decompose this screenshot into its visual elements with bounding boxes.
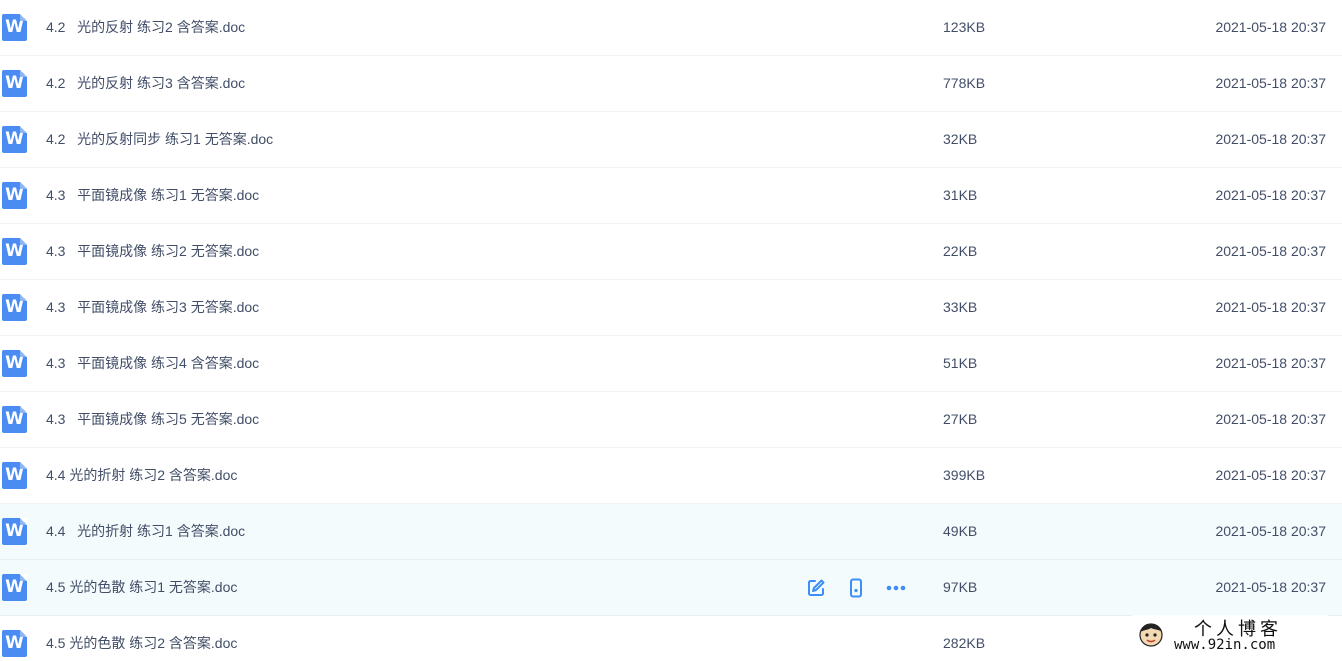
file-name[interactable]: 4.4 光的折射 练习2 含答案.doc (46, 448, 237, 503)
file-size: 32KB (943, 131, 978, 147)
word-doc-icon: W (2, 294, 27, 321)
more-icon[interactable] (884, 576, 908, 600)
file-size: 22KB (943, 243, 978, 259)
file-size: 123KB (943, 19, 986, 35)
file-name[interactable]: 4.3 平面镜成像 练习2 无答案.doc (46, 224, 259, 279)
file-row[interactable]: W 4.3 平面镜成像 练习1 无答案.doc 31KB 2021-05-18 … (0, 168, 1342, 224)
file-size: 399KB (943, 467, 986, 483)
word-doc-icon: W (2, 182, 27, 209)
word-doc-icon: W (2, 14, 27, 41)
file-date: 2021-05-18 20:37 (1215, 467, 1326, 483)
file-row-hovered[interactable]: W 4.5 光的色散 练习1 无答案.doc 97KB 2021-05-18 2… (0, 560, 1342, 616)
file-row[interactable]: W 4.2 光的反射同步 练习1 无答案.doc 32KB 2021-05-18… (0, 112, 1342, 168)
file-row[interactable]: W 4.3 平面镜成像 练习5 无答案.doc 27KB 2021-05-18 … (0, 392, 1342, 448)
file-date: 2021-05-18 20:37 (1215, 243, 1326, 259)
row-actions (804, 576, 924, 600)
file-name[interactable]: 4.3 平面镜成像 练习3 无答案.doc (46, 280, 259, 335)
mascot-logo-icon (1139, 623, 1163, 647)
word-doc-icon: W (2, 126, 27, 153)
word-doc-icon: W (2, 70, 27, 97)
file-size: 49KB (943, 523, 978, 539)
site-watermark: 个人博客 www.92in.com (1132, 615, 1328, 655)
word-doc-icon: W (2, 238, 27, 265)
file-size: 778KB (943, 75, 986, 91)
file-size: 31KB (943, 187, 978, 203)
word-doc-icon: W (2, 462, 27, 489)
file-date: 2021-05-18 20:37 (1215, 299, 1326, 315)
file-row[interactable]: W 4.2 光的反射 练习3 含答案.doc 778KB 2021-05-18 … (0, 56, 1342, 112)
file-date: 2021-05-18 20:37 (1215, 411, 1326, 427)
word-doc-icon: W (2, 350, 27, 377)
file-row[interactable]: W 4.3 平面镜成像 练习2 无答案.doc 22KB 2021-05-18 … (0, 224, 1342, 280)
file-name[interactable]: 4.3 平面镜成像 练习1 无答案.doc (46, 168, 259, 223)
file-row[interactable]: W 4.4 光的折射 练习1 含答案.doc 49KB 2021-05-18 2… (0, 504, 1342, 560)
file-row[interactable]: W 4.3 平面镜成像 练习3 无答案.doc 33KB 2021-05-18 … (0, 280, 1342, 336)
file-name[interactable]: 4.3 平面镜成像 练习5 无答案.doc (46, 392, 259, 447)
file-date: 2021-05-18 20:37 (1215, 355, 1326, 371)
file-date: 2021-05-18 20:37 (1215, 187, 1326, 203)
watermark-url: www.92in.com (1174, 637, 1276, 653)
file-name[interactable]: 4.2 光的反射 练习3 含答案.doc (46, 56, 245, 111)
file-list: W 4.2 光的反射 练习2 含答案.doc 123KB 2021-05-18 … (0, 0, 1342, 661)
edit-icon[interactable] (804, 576, 828, 600)
file-size: 282KB (943, 635, 986, 651)
file-name[interactable]: 4.5 光的色散 练习2 含答案.doc (46, 616, 237, 661)
file-name[interactable]: 4.5 光的色散 练习1 无答案.doc (46, 560, 237, 615)
file-name[interactable]: 4.2 光的反射同步 练习1 无答案.doc (46, 112, 273, 167)
file-name[interactable]: 4.4 光的折射 练习1 含答案.doc (46, 504, 245, 559)
file-row[interactable]: W 4.4 光的折射 练习2 含答案.doc 399KB 2021-05-18 … (0, 448, 1342, 504)
file-name[interactable]: 4.2 光的反射 练习2 含答案.doc (46, 0, 245, 55)
word-doc-icon: W (2, 574, 27, 601)
file-date: 2021-05-18 20:37 (1215, 579, 1326, 595)
file-date: 2021-05-18 20:37 (1215, 131, 1326, 147)
file-row[interactable]: W 4.3 平面镜成像 练习4 含答案.doc 51KB 2021-05-18 … (0, 336, 1342, 392)
file-size: 97KB (943, 579, 978, 595)
word-doc-icon: W (2, 406, 27, 433)
phone-icon[interactable] (844, 576, 868, 600)
word-doc-icon: W (2, 518, 27, 545)
file-date: 2021-05-18 20:37 (1215, 523, 1326, 539)
word-doc-icon: W (2, 630, 27, 657)
file-size: 33KB (943, 299, 978, 315)
file-date: 2021-05-18 20:37 (1215, 19, 1326, 35)
file-row[interactable]: W 4.2 光的反射 练习2 含答案.doc 123KB 2021-05-18 … (0, 0, 1342, 56)
file-name[interactable]: 4.3 平面镜成像 练习4 含答案.doc (46, 336, 259, 391)
file-date: 2021-05-18 20:37 (1215, 75, 1326, 91)
file-size: 27KB (943, 411, 978, 427)
file-size: 51KB (943, 355, 978, 371)
